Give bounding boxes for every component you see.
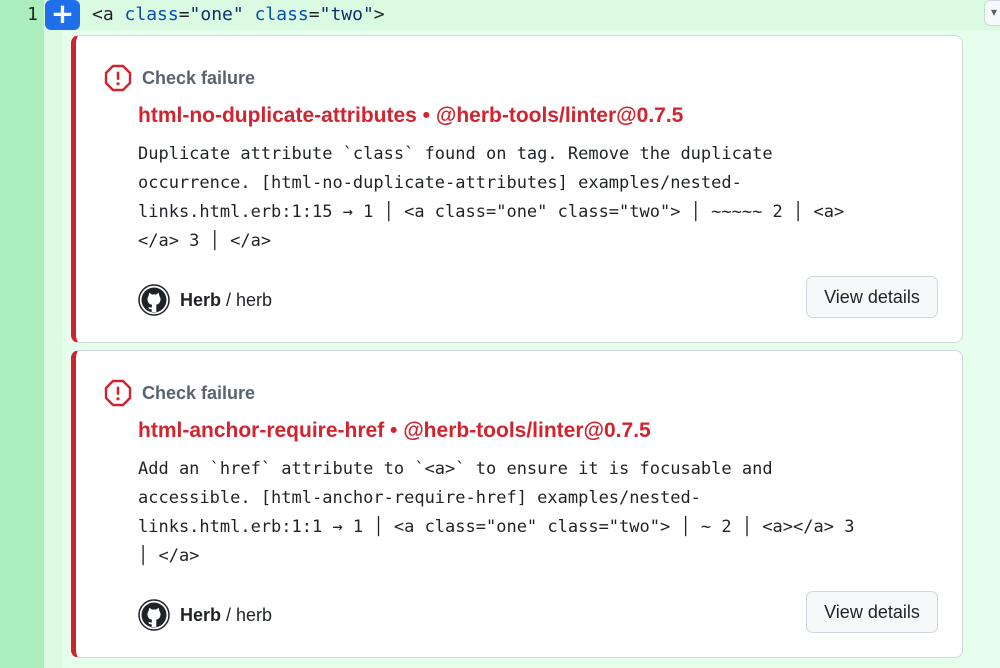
repo-separator: /: [226, 604, 232, 625]
annotation-message: Add an `href` attribute to `<a>` to ensu…: [138, 459, 855, 566]
view-details-button[interactable]: View details: [806, 591, 938, 633]
repo-owner[interactable]: Herb: [180, 605, 221, 626]
code-token: <a: [92, 4, 125, 25]
rule-title: html-no-duplicate-attributes • @herb-too…: [138, 104, 684, 127]
code-token: =: [308, 4, 320, 25]
status-label: Check failure: [142, 382, 256, 403]
annotation-message: Duplicate attribute `class` found on tag…: [138, 144, 845, 251]
github-mark-icon: [138, 599, 170, 631]
chevron-down-icon[interactable]: ▾: [984, 0, 1000, 26]
line-number[interactable]: 1: [0, 4, 38, 25]
app-source: Herb / herb: [138, 284, 272, 316]
code-token: =: [178, 4, 190, 25]
code-token: >: [373, 4, 385, 25]
check-annotation: Check failure html-no-duplicate-attribut…: [71, 35, 963, 343]
line-number-gutter: [0, 0, 44, 668]
repo-owner[interactable]: Herb: [180, 290, 221, 311]
code-attr: class: [124, 4, 179, 25]
octagon-alert-icon: [104, 64, 132, 92]
repo-name[interactable]: herb: [236, 605, 272, 626]
annotation-header: Check failure: [104, 379, 255, 407]
repo-name[interactable]: herb: [236, 290, 272, 311]
code-string: "one": [189, 4, 244, 25]
add-comment-button[interactable]: +: [45, 0, 80, 30]
github-mark-icon: [138, 284, 170, 316]
view-details-button[interactable]: View details: [806, 276, 938, 318]
app-source: Herb / herb: [138, 599, 272, 631]
status-label: Check failure: [142, 67, 256, 88]
repo-separator: /: [226, 289, 232, 310]
code-line: <a class="one" class="two">: [92, 4, 385, 25]
check-annotation: Check failure html-anchor-require-href •…: [71, 350, 963, 658]
code-attr: class: [254, 4, 309, 25]
code-string: "two": [319, 4, 374, 25]
annotation-header: Check failure: [104, 64, 255, 92]
octagon-alert-icon: [104, 379, 132, 407]
rule-title: html-anchor-require-href • @herb-tools/l…: [138, 419, 651, 442]
